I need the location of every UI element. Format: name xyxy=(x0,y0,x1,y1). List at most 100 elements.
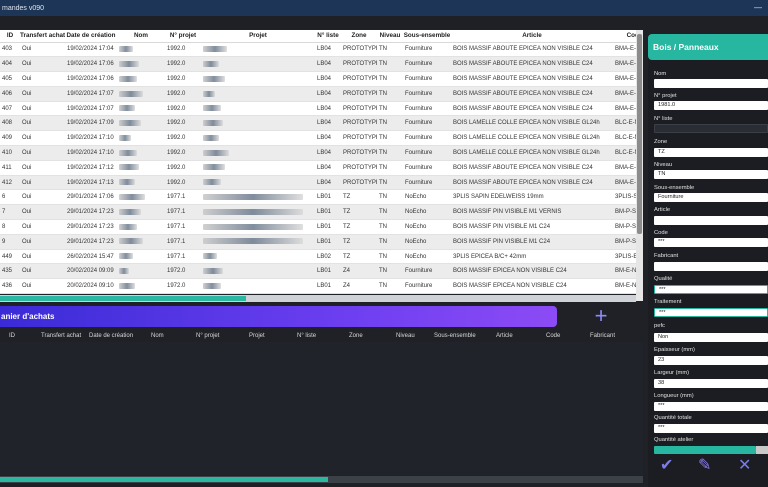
cart-col-transfert[interactable]: Transfert achat xyxy=(41,333,81,339)
quantite-atelier-input[interactable] xyxy=(654,446,756,454)
field-input[interactable]: *** xyxy=(654,285,768,294)
field-input[interactable]: *** xyxy=(654,424,768,433)
minimize-icon[interactable]: — xyxy=(754,3,762,12)
field-input[interactable] xyxy=(654,79,768,88)
field-input[interactable]: 23 xyxy=(654,356,768,365)
cell-code: 3PLIS-S-EDELW xyxy=(613,189,636,206)
cell-transfert: Oui xyxy=(20,175,65,191)
cart-col-id[interactable]: ID xyxy=(9,333,15,339)
cell-projet_num: 1972.0 xyxy=(165,263,201,280)
table-row[interactable]: 435 Oui 20/02/2024 09:09 1972.0 LB01 Z4 TN Four… xyxy=(0,263,636,280)
cell-article: BOIS LAMELLE COLLE EPICEA NON VISIBLE GL… xyxy=(451,130,613,147)
cart-col-date[interactable]: Date de création xyxy=(89,333,133,339)
cart-col-sous-ensemble[interactable]: Sous-ensemble xyxy=(434,333,476,339)
field-input[interactable]: 38 xyxy=(654,379,768,388)
table-row[interactable]: 9 Oui 29/01/2024 17:23 1977.1 LB01 TZ TN NoEcho… xyxy=(0,234,636,250)
field-input[interactable]: Non xyxy=(654,333,768,342)
cart-horizontal-scrollbar[interactable] xyxy=(0,476,643,483)
orders-horizontal-scrollbar[interactable] xyxy=(0,295,636,302)
field-input[interactable]: TN xyxy=(654,170,768,179)
cell-nom-redacted xyxy=(117,42,165,58)
table-row[interactable]: 8 Oui 29/01/2024 17:23 1977.1 LB01 TZ TN NoEcho… xyxy=(0,219,636,235)
col-header-projet[interactable]: Projet xyxy=(201,30,315,43)
cell-date: 19/02/2024 17:07 xyxy=(65,86,117,102)
cart-col-article[interactable]: Article xyxy=(496,333,513,339)
table-row[interactable]: 409 Oui 19/02/2024 17:10 1992.0 LB04 PROTOTYP… xyxy=(0,130,636,147)
cell-transfert: Oui xyxy=(20,56,65,73)
cell-article: 3PLIS EPICEA B/C+ 42mm xyxy=(451,249,613,265)
field-input[interactable] xyxy=(654,124,768,133)
cell-code: BLC-E-NSI-GL24h xyxy=(613,145,636,161)
scroll-thumb[interactable] xyxy=(637,34,642,234)
cart-col-code[interactable]: Code xyxy=(546,333,560,339)
table-row[interactable]: 406 Oui 19/02/2024 17:07 1992.0 LB04 PROTOTYP… xyxy=(0,86,636,102)
table-row[interactable]: 449 Oui 26/02/2024 15:47 1977.1 LB02 TZ TN NoEc… xyxy=(0,249,636,265)
field-label: Zone xyxy=(654,139,668,145)
cart-col-zone[interactable]: Zone xyxy=(349,333,363,339)
cell-nom-redacted xyxy=(117,189,165,206)
field-input[interactable]: 1981.0 xyxy=(654,101,768,110)
add-to-cart-button[interactable]: + xyxy=(590,305,612,328)
field-label: pefc xyxy=(654,323,665,329)
field-input[interactable]: TZ xyxy=(654,148,768,157)
redacted-text xyxy=(119,90,143,97)
redacted-text xyxy=(119,223,137,230)
cell-article: BOIS LAMELLE COLLE EPICEA NON VISIBLE GL… xyxy=(451,145,613,161)
table-row[interactable]: 404 Oui 19/02/2024 17:06 1992.0 LB04 PROTOTYP… xyxy=(0,56,636,73)
quantite-atelier-input-end xyxy=(756,446,768,454)
orders-grid: ID Transfert achat Date de création Nom … xyxy=(0,30,636,294)
table-row[interactable]: 410 Oui 19/02/2024 17:10 1992.0 LB04 PROTOTYP… xyxy=(0,145,636,161)
cell-zone: PROTOTYPE xyxy=(341,71,377,87)
col-header-sous-ensemble[interactable]: Sous-ensemble xyxy=(403,30,451,43)
table-row[interactable]: 436 Oui 20/02/2024 09:10 1972.0 LB01 Z4 TN Four… xyxy=(0,278,636,294)
col-header-zone[interactable]: Zone xyxy=(341,30,377,43)
field-input[interactable]: *** xyxy=(654,402,768,411)
cart-col-num-projet[interactable]: N° projet xyxy=(196,333,219,339)
scroll-thumb[interactable] xyxy=(0,477,328,482)
table-row[interactable]: 403 Oui 19/02/2024 17:04 1992.0 LB04 PROTOTYP… xyxy=(0,42,636,58)
col-header-transfert[interactable]: Transfert achat xyxy=(20,30,65,43)
field-input[interactable]: Fourniture xyxy=(654,193,768,202)
cart-col-nom[interactable]: Nom xyxy=(151,333,164,339)
field-input[interactable]: *** xyxy=(654,238,768,247)
cart-col-liste[interactable]: N° liste xyxy=(297,333,316,339)
panel-title: Bois / Panneaux xyxy=(648,34,768,60)
cell-projet-redacted xyxy=(201,130,315,147)
field-input[interactable] xyxy=(654,262,768,271)
table-row[interactable]: 408 Oui 19/02/2024 17:09 1992.0 LB04 PROTOTYP… xyxy=(0,115,636,132)
edit-pencil-icon[interactable]: ✎ xyxy=(698,458,711,474)
cancel-close-icon[interactable]: ✕ xyxy=(738,458,751,474)
cell-transfert: Oui xyxy=(20,115,65,132)
cell-niveau: TN xyxy=(377,101,403,117)
cell-niveau: TN xyxy=(377,145,403,161)
cart-col-fabricant[interactable]: Fabricant xyxy=(590,333,615,339)
table-row[interactable]: 411 Oui 19/02/2024 17:12 1992.0 LB04 PROTOTYP… xyxy=(0,160,636,176)
cart-col-niveau[interactable]: Niveau xyxy=(396,333,415,339)
col-header-num-projet[interactable]: N° projet xyxy=(165,30,201,43)
table-row[interactable]: 7 Oui 29/01/2024 17:23 1977.1 LB01 TZ TN NoEcho… xyxy=(0,204,636,221)
confirm-check-icon[interactable]: ✔ xyxy=(660,458,673,474)
cell-liste: LB04 xyxy=(315,71,341,87)
table-row[interactable]: 405 Oui 19/02/2024 17:06 1992.0 LB04 PROTOTYP… xyxy=(0,71,636,87)
cart-col-projet[interactable]: Projet xyxy=(249,333,265,339)
field-input[interactable] xyxy=(654,216,768,225)
cell-zone: TZ xyxy=(341,189,377,206)
table-row[interactable]: 6 Oui 29/01/2024 17:06 1977.1 LB01 TZ TN NoEcho… xyxy=(0,189,636,206)
cell-niveau: TN xyxy=(377,249,403,265)
col-header-niveau[interactable]: Niveau xyxy=(377,30,403,43)
field-input[interactable]: *** xyxy=(654,308,768,317)
col-header-nom[interactable]: Nom xyxy=(117,30,165,43)
col-header-code[interactable]: Code xyxy=(613,30,636,43)
table-row[interactable]: 407 Oui 19/02/2024 17:07 1992.0 LB04 PROTOTYP… xyxy=(0,101,636,117)
redacted-text xyxy=(203,253,217,260)
col-header-article[interactable]: Article xyxy=(451,30,613,43)
col-header-liste[interactable]: N° liste xyxy=(315,30,341,43)
col-header-id[interactable]: ID xyxy=(0,30,20,43)
scroll-thumb[interactable] xyxy=(0,296,246,301)
orders-vertical-scrollbar[interactable] xyxy=(636,30,643,301)
col-header-date[interactable]: Date de création xyxy=(65,30,117,43)
redacted-text xyxy=(203,194,303,201)
redacted-text xyxy=(119,60,139,67)
cell-code: BMA-E-NSI-C24 xyxy=(613,160,636,176)
table-row[interactable]: 412 Oui 19/02/2024 17:13 1992.0 LB04 PROTOTYP… xyxy=(0,175,636,191)
